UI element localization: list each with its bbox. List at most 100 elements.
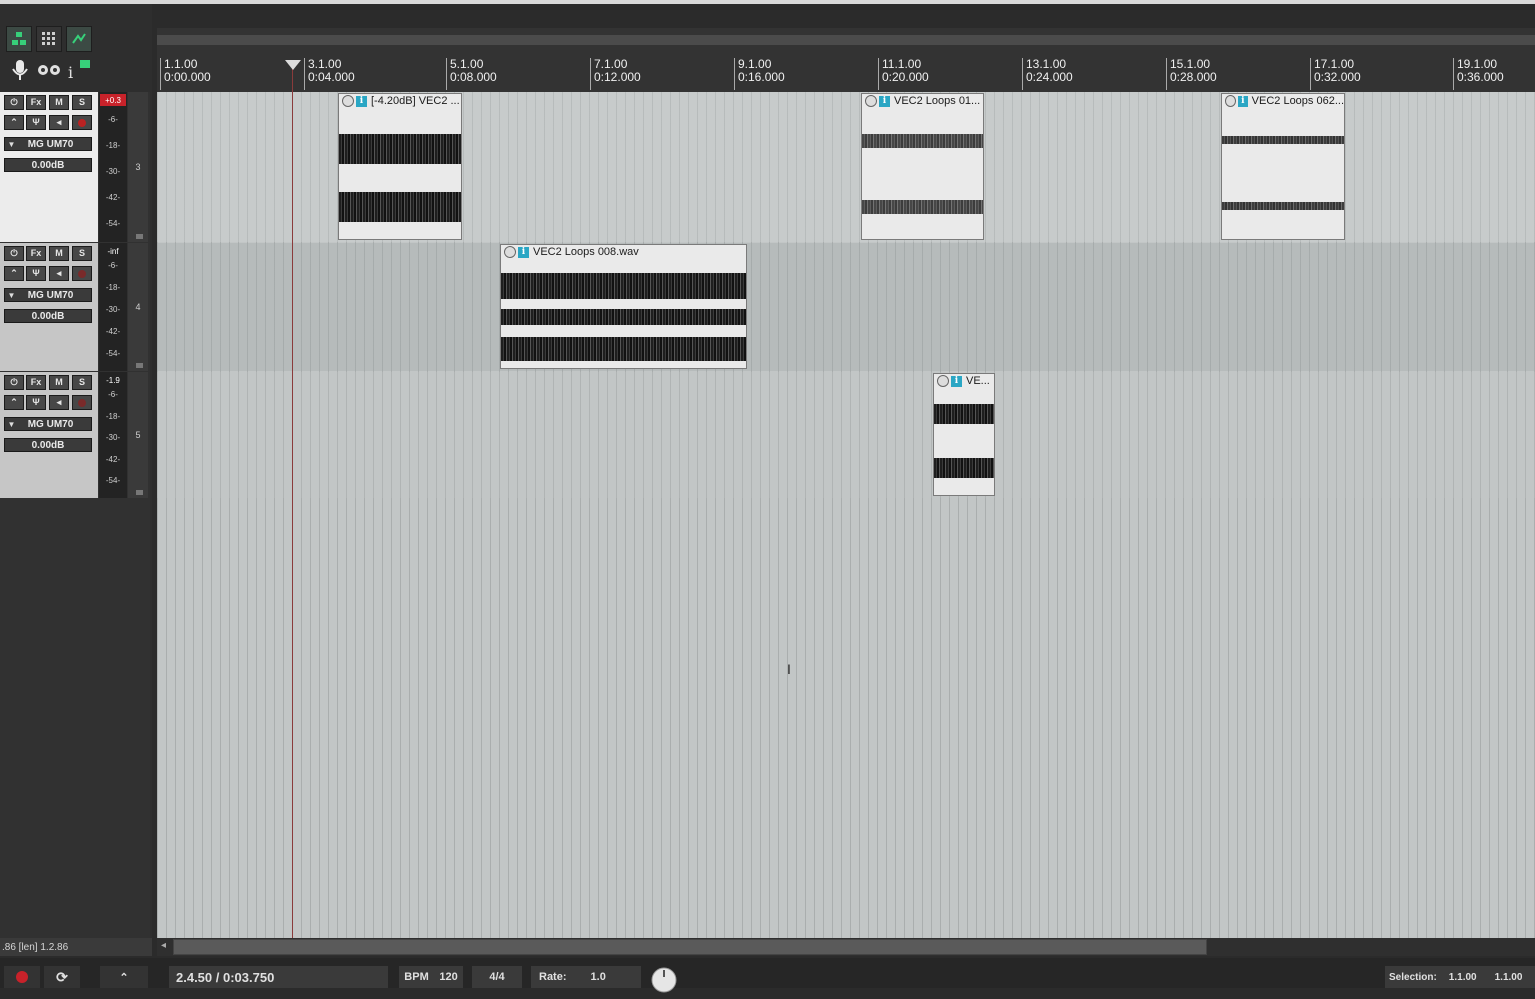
playhead-marker-icon[interactable] [285, 60, 301, 70]
track-header[interactable]: ⏻ Fx M S ⌃ Ψ ◂ ▼ MG UM70 0.00dB [0, 92, 98, 242]
rate-knob-icon[interactable] [650, 966, 678, 993]
bpm-value[interactable]: 120 [439, 971, 457, 983]
mute-button[interactable]: M [49, 246, 69, 261]
track-name[interactable]: ▼ MG UM70 [4, 417, 92, 431]
track-number[interactable]: 3 [128, 92, 148, 242]
record-button[interactable] [4, 966, 40, 988]
media-item[interactable]: i VE... [933, 373, 995, 496]
track-header[interactable]: ⏻ Fx M S ⌃ Ψ ◂ ▼ MG UM70 0.00dB [0, 243, 98, 371]
track-header[interactable]: ⏻ Fx M S ⌃ Ψ ◂ ▼ MG UM70 0.00dB [0, 372, 98, 498]
info-icon[interactable]: i [66, 58, 92, 87]
bpm-label: BPM [404, 971, 429, 983]
lock-icon[interactable] [937, 375, 949, 387]
record-mode-icon[interactable] [37, 62, 61, 83]
track-number-label: 4 [135, 302, 141, 312]
track-name[interactable]: ▼ MG UM70 [4, 288, 92, 302]
info-icon[interactable]: i [518, 246, 529, 258]
power-icon[interactable]: ⏻ [4, 95, 24, 110]
bpm-display[interactable]: BPM 120 [399, 966, 463, 988]
microphone-icon[interactable] [10, 58, 30, 87]
envelope-icon[interactable]: ⌃ [4, 115, 24, 130]
volume-field[interactable]: 0.00dB [4, 309, 92, 323]
fx-button[interactable]: Fx [26, 246, 46, 261]
solo-button[interactable]: S [72, 246, 92, 261]
info-icon[interactable]: i [951, 375, 962, 387]
scrollbar-thumb[interactable] [173, 939, 1207, 955]
level-meter: -inf -6- -18- -30- -42- -54- [99, 243, 127, 371]
media-item[interactable]: i [-4.20dB] VEC2 ... [338, 93, 462, 240]
rate-display[interactable]: Rate: 1.0 [531, 966, 641, 988]
routing-icon[interactable]: Ψ [26, 266, 46, 281]
media-item[interactable]: i VEC2 Loops 01... [861, 93, 984, 240]
mute-button[interactable]: M [49, 375, 69, 390]
folder-icon[interactable] [136, 490, 143, 495]
lock-icon[interactable] [865, 95, 877, 107]
routing-icon[interactable]: Ψ [26, 115, 46, 130]
ripple-edit-icon[interactable] [66, 26, 92, 52]
media-item[interactable]: i VEC2 Loops 008.wav [500, 244, 747, 369]
grid-view-icon[interactable] [6, 26, 32, 52]
track-lane[interactable] [157, 372, 1535, 498]
record-arm-button[interactable] [72, 266, 92, 281]
media-item[interactable]: i VEC2 Loops 062... [1221, 93, 1345, 240]
lock-icon[interactable] [342, 95, 354, 107]
waveform [339, 134, 461, 164]
timeline-ruler[interactable]: 1.1.00 0:00.000 3.1.00 0:04.000 5.1.00 0:08… [157, 28, 1535, 92]
selection-end[interactable]: 1.1.00 [1495, 972, 1523, 983]
item-label: VEC2 Loops 062... [1251, 95, 1344, 107]
routing-icon[interactable]: Ψ [26, 395, 46, 410]
mute-button[interactable]: M [49, 95, 69, 110]
volume-field[interactable]: 0.00dB [4, 158, 92, 172]
info-icon[interactable]: i [1237, 95, 1248, 107]
volume-field[interactable]: 0.00dB [4, 438, 92, 452]
fx-button[interactable]: Fx [26, 95, 46, 110]
track-lane[interactable] [157, 243, 1535, 371]
repeat-icon[interactable]: ⟳ [44, 966, 80, 988]
phase-icon[interactable]: ◂ [49, 266, 69, 281]
chevron-down-icon[interactable]: ▼ [5, 140, 18, 149]
fx-button[interactable]: Fx [26, 375, 46, 390]
peak-indicator[interactable]: -1.9 [100, 374, 126, 386]
waveform [934, 458, 994, 478]
selection-display[interactable]: Selection: 1.1.00 1.1.00 [1385, 966, 1535, 988]
item-label: VEC2 Loops 008.wav [533, 246, 639, 258]
ruler-mark: 17.1.00 0:32.000 [1310, 58, 1361, 90]
track-number[interactable]: 4 [128, 243, 148, 371]
ruler-mark: 11.1.00 0:20.000 [878, 58, 929, 90]
power-icon[interactable]: ⏻ [4, 246, 24, 261]
lock-icon[interactable] [504, 246, 516, 258]
waveform [934, 404, 994, 424]
info-icon[interactable]: i [879, 95, 890, 107]
solo-button[interactable]: S [72, 375, 92, 390]
folder-icon[interactable] [136, 234, 143, 239]
phase-icon[interactable]: ◂ [49, 115, 69, 130]
edit-cursor[interactable] [292, 62, 293, 938]
power-icon[interactable]: ⏻ [4, 375, 24, 390]
lock-icon[interactable] [1225, 95, 1236, 107]
time-signature[interactable]: 4/4 [472, 966, 522, 988]
meter-tick: -18- [105, 412, 121, 421]
envelope-icon[interactable]: ⌃ [4, 266, 24, 281]
snap-grid-icon[interactable] [36, 26, 62, 52]
record-arm-button[interactable] [72, 395, 92, 410]
top-strip [0, 0, 1535, 4]
record-arm-button[interactable] [72, 115, 92, 130]
phase-icon[interactable]: ◂ [49, 395, 69, 410]
folder-icon[interactable] [136, 363, 143, 368]
chevron-down-icon[interactable]: ▼ [5, 291, 18, 300]
peak-indicator[interactable]: +0.3 [100, 94, 126, 106]
scroll-left-icon[interactable]: ◂ [161, 940, 166, 951]
solo-button[interactable]: S [72, 95, 92, 110]
chevron-down-icon[interactable]: ▼ [5, 420, 18, 429]
automation-mode-icon[interactable]: ⌃ [100, 966, 148, 988]
envelope-icon[interactable]: ⌃ [4, 395, 24, 410]
rate-value[interactable]: 1.0 [591, 971, 606, 983]
peak-indicator[interactable]: -inf [100, 245, 126, 257]
position-display[interactable]: 2.4.50 / 0:03.750 [169, 966, 388, 988]
track-number[interactable]: 5 [128, 372, 148, 498]
region-strip[interactable] [157, 35, 1535, 45]
info-icon[interactable]: i [356, 95, 367, 107]
selection-start[interactable]: 1.1.00 [1449, 972, 1477, 983]
ruler-mark: 3.1.00 0:04.000 [304, 58, 355, 90]
track-name[interactable]: ▼ MG UM70 [4, 137, 92, 151]
